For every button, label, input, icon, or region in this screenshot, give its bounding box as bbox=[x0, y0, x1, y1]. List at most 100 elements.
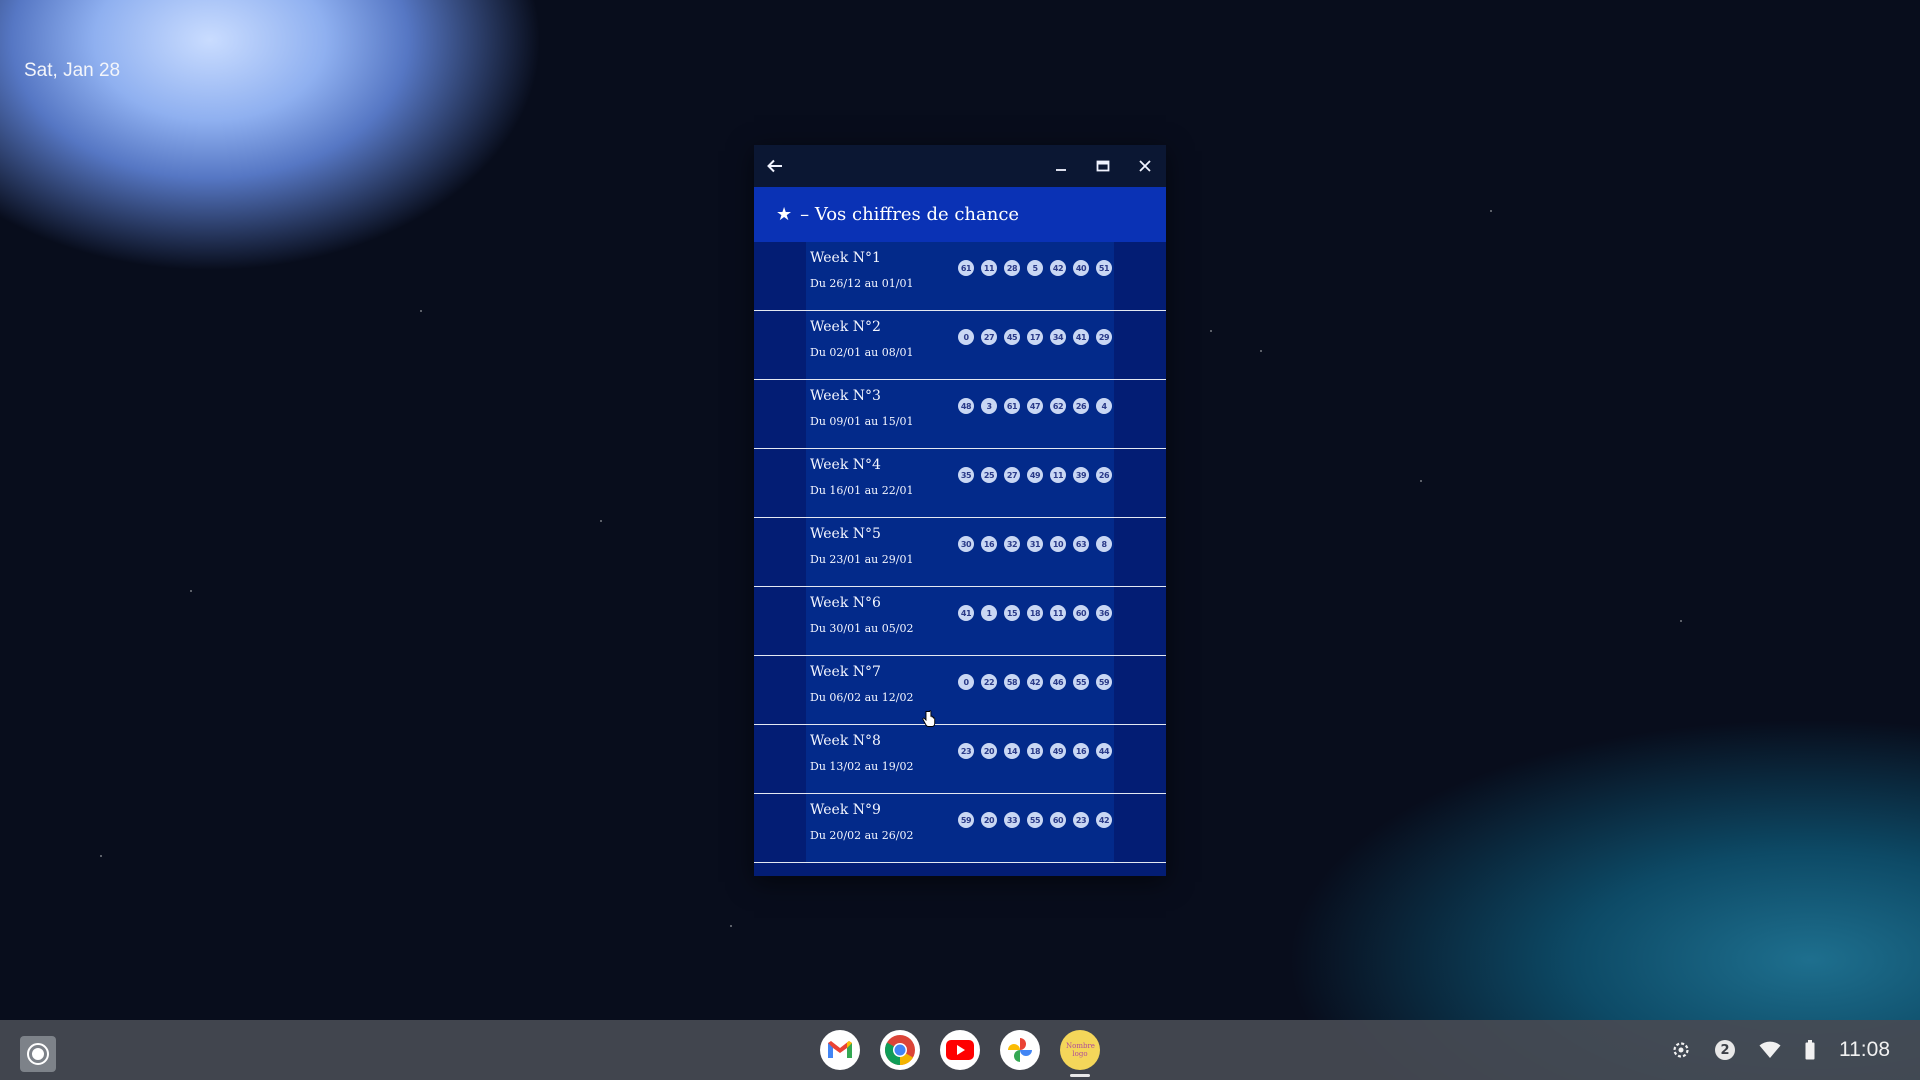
number-ball: 36 bbox=[1096, 605, 1112, 621]
maximize-icon bbox=[1096, 160, 1110, 172]
number-ball: 18 bbox=[1027, 743, 1043, 759]
number-ball: 63 bbox=[1073, 536, 1089, 552]
number-ball: 40 bbox=[1073, 260, 1089, 276]
chrome-icon[interactable] bbox=[880, 1030, 920, 1070]
number-ball: 42 bbox=[1096, 812, 1112, 828]
week-row[interactable]: Week N°7 Du 06/02 au 12/02 0 22 58 42 46 55 59 bbox=[754, 656, 1166, 725]
lucky-numbers: 61 11 28 5 42 40 51 bbox=[958, 260, 1112, 276]
number-ball: 39 bbox=[1073, 467, 1089, 483]
number-ball: 34 bbox=[1050, 329, 1066, 345]
number-ball: 59 bbox=[958, 812, 974, 828]
number-ball: 60 bbox=[1073, 605, 1089, 621]
week-title: Week N°5 bbox=[810, 526, 881, 542]
number-ball: 61 bbox=[1004, 398, 1020, 414]
week-title: Week N°7 bbox=[810, 664, 881, 680]
week-title: Week N°9 bbox=[810, 802, 881, 818]
week-title: Week N°2 bbox=[810, 319, 881, 335]
week-title: Week N°3 bbox=[810, 388, 881, 404]
number-ball: 60 bbox=[1050, 812, 1066, 828]
gmail-logo bbox=[828, 1041, 852, 1058]
number-ball: 11 bbox=[981, 260, 997, 276]
week-date-range: Du 26/12 au 01/01 bbox=[810, 277, 914, 290]
window-titlebar bbox=[754, 145, 1166, 187]
lucky-numbers: 30 16 32 31 10 63 8 bbox=[958, 536, 1112, 552]
youtube-logo bbox=[946, 1040, 974, 1060]
app-window: ★ – Vos chiffres de chance Week N°1 Du 26… bbox=[754, 145, 1166, 876]
week-row[interactable]: Week N°2 Du 02/01 au 08/01 0 27 45 17 34 41 29 bbox=[754, 311, 1166, 380]
number-ball: 16 bbox=[1073, 743, 1089, 759]
number-ball: 11 bbox=[1050, 605, 1066, 621]
back-arrow-icon bbox=[767, 159, 782, 173]
number-ball: 61 bbox=[958, 260, 974, 276]
clock: 11:08 bbox=[1839, 1038, 1890, 1061]
week-row[interactable]: Week N°4 Du 16/01 au 22/01 35 25 27 49 11 39 26 bbox=[754, 449, 1166, 518]
number-ball: 14 bbox=[1004, 743, 1020, 759]
lucky-numbers: 59 20 33 55 60 23 42 bbox=[958, 812, 1112, 828]
week-title: Week N°1 bbox=[810, 250, 881, 266]
number-ball: 30 bbox=[958, 536, 974, 552]
number-ball: 25 bbox=[981, 467, 997, 483]
number-ball: 20 bbox=[981, 743, 997, 759]
week-date-range: Du 16/01 au 22/01 bbox=[810, 484, 914, 497]
number-ball: 20 bbox=[981, 812, 997, 828]
youtube-icon[interactable] bbox=[940, 1030, 980, 1070]
week-row[interactable]: Week N°3 Du 09/01 au 15/01 48 3 61 47 62 26 4 bbox=[754, 380, 1166, 449]
number-ball: 26 bbox=[1073, 398, 1089, 414]
number-ball: 31 bbox=[1027, 536, 1043, 552]
week-date-range: Du 30/01 au 05/02 bbox=[810, 622, 914, 635]
number-ball: 44 bbox=[1096, 743, 1112, 759]
number-ball: 5 bbox=[1027, 260, 1043, 276]
number-ball: 22 bbox=[981, 674, 997, 690]
maximize-button[interactable] bbox=[1082, 145, 1124, 187]
week-row[interactable]: Week N°9 Du 20/02 au 26/02 59 20 33 55 60 23 42 bbox=[754, 794, 1166, 863]
number-ball: 48 bbox=[958, 398, 974, 414]
gmail-icon[interactable] bbox=[820, 1030, 860, 1070]
star-icon: ★ bbox=[776, 204, 793, 225]
app-header: ★ – Vos chiffres de chance bbox=[754, 187, 1166, 242]
number-ball: 23 bbox=[958, 743, 974, 759]
number-ball: 41 bbox=[1073, 329, 1089, 345]
pinned-apps: Nombre logo bbox=[820, 1030, 1100, 1077]
launcher-icon bbox=[27, 1043, 49, 1065]
number-ball: 49 bbox=[1027, 467, 1043, 483]
number-ball: 33 bbox=[1004, 812, 1020, 828]
desktop-date: Sat, Jan 28 bbox=[24, 60, 121, 81]
notification-badge: 2 bbox=[1715, 1040, 1735, 1060]
battery-icon bbox=[1805, 1040, 1815, 1060]
number-ball: 51 bbox=[1096, 260, 1112, 276]
week-date-range: Du 06/02 au 12/02 bbox=[810, 691, 914, 704]
custom-app-label: Nombre logo bbox=[1066, 1042, 1095, 1058]
number-ball: 42 bbox=[1050, 260, 1066, 276]
number-ball: 0 bbox=[958, 674, 974, 690]
minimize-button[interactable] bbox=[1040, 145, 1082, 187]
number-ball: 8 bbox=[1096, 536, 1112, 552]
wifi-icon bbox=[1759, 1041, 1781, 1058]
number-ball: 32 bbox=[1004, 536, 1020, 552]
custom-app-icon[interactable]: Nombre logo bbox=[1060, 1030, 1100, 1077]
page-title: – Vos chiffres de chance bbox=[800, 204, 1020, 225]
hand-cursor-icon bbox=[922, 710, 936, 727]
chrome-logo bbox=[884, 1035, 915, 1065]
back-button[interactable] bbox=[754, 145, 796, 187]
photos-icon[interactable] bbox=[1000, 1030, 1040, 1070]
week-date-range: Du 23/01 au 29/01 bbox=[810, 553, 914, 566]
week-row[interactable]: Week N°6 Du 30/01 au 05/02 41 1 15 18 11 60 36 bbox=[754, 587, 1166, 656]
number-ball: 23 bbox=[1073, 812, 1089, 828]
number-ball: 26 bbox=[1096, 467, 1112, 483]
week-list: Week N°1 Du 26/12 au 01/01 61 11 28 5 42 40 51 We… bbox=[754, 242, 1166, 863]
week-title: Week N°6 bbox=[810, 595, 881, 611]
week-row[interactable]: Week N°1 Du 26/12 au 01/01 61 11 28 5 42 40 51 bbox=[754, 242, 1166, 311]
number-ball: 47 bbox=[1027, 398, 1043, 414]
number-ball: 45 bbox=[1004, 329, 1020, 345]
launcher-button[interactable] bbox=[20, 1036, 56, 1072]
lucky-numbers: 48 3 61 47 62 26 4 bbox=[958, 398, 1112, 414]
week-row[interactable]: Week N°8 Du 13/02 au 19/02 23 20 14 18 49 16 44 bbox=[754, 725, 1166, 794]
number-ball: 15 bbox=[1004, 605, 1020, 621]
number-ball: 29 bbox=[1096, 329, 1112, 345]
status-tray[interactable]: 2 11:08 bbox=[1671, 1020, 1890, 1080]
close-button[interactable] bbox=[1124, 145, 1166, 187]
number-ball: 28 bbox=[1004, 260, 1020, 276]
lucky-numbers: 35 25 27 49 11 39 26 bbox=[958, 467, 1112, 483]
week-row[interactable]: Week N°5 Du 23/01 au 29/01 30 16 32 31 10 63 8 bbox=[754, 518, 1166, 587]
week-date-range: Du 13/02 au 19/02 bbox=[810, 760, 914, 773]
